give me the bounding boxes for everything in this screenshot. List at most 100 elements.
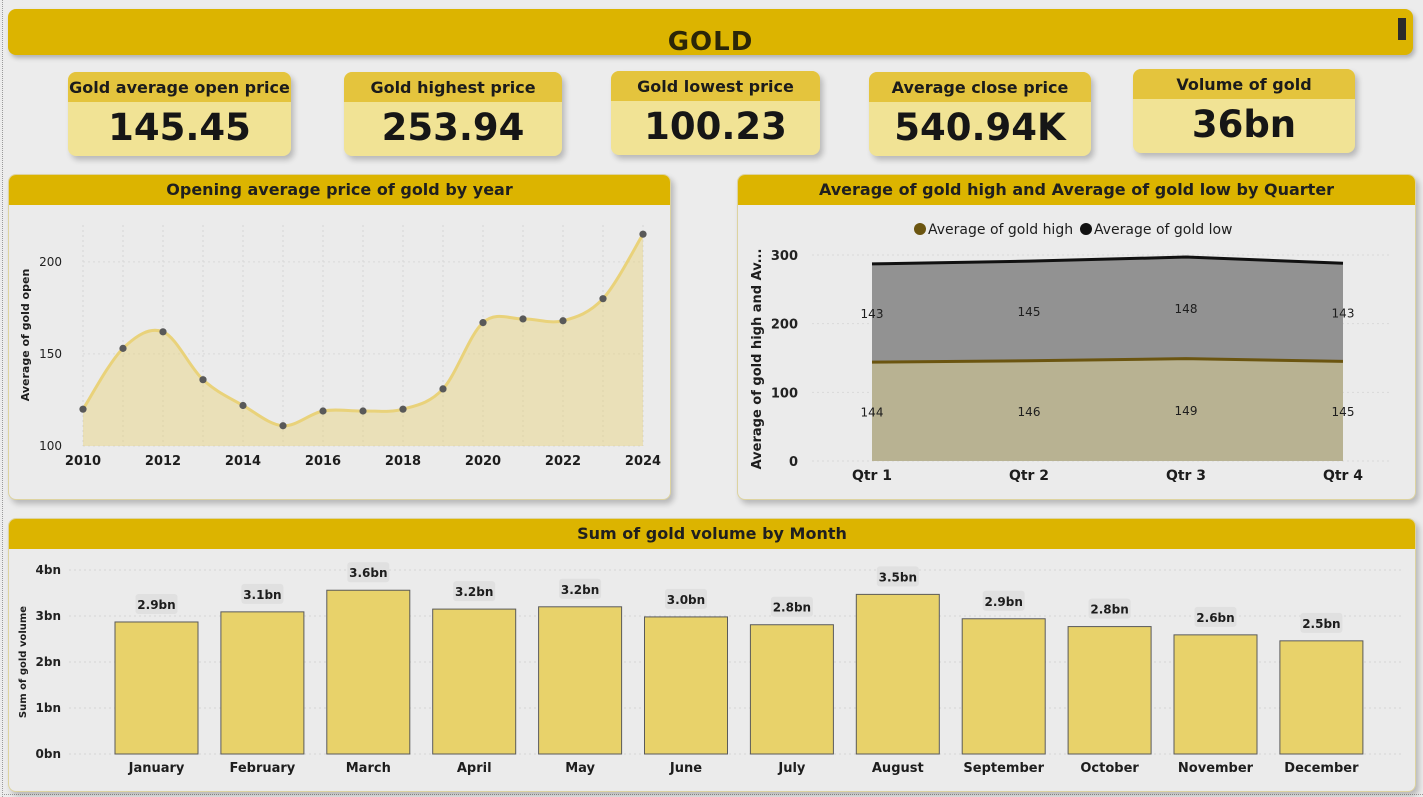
- data-point: [599, 295, 607, 303]
- x-tick-label: 2018: [385, 454, 421, 469]
- kpi-label: Volume of gold: [1133, 69, 1355, 99]
- y-tick-label: 0: [789, 455, 798, 470]
- data-point: [559, 317, 567, 325]
- data-point: [119, 344, 127, 352]
- bar: [1067, 626, 1152, 755]
- high-data-label: 144: [861, 406, 884, 420]
- y-tick-label: 1bn: [36, 701, 61, 715]
- bar: [114, 621, 199, 755]
- x-tick-label: September: [963, 761, 1044, 776]
- kpi-label: Average close price: [869, 72, 1091, 102]
- y-tick-label: 2bn: [36, 655, 61, 669]
- page-border-bottom: [2, 794, 1423, 795]
- dashboard-header: GOLD: [8, 9, 1413, 55]
- kpi-value: 36bn: [1191, 103, 1297, 146]
- low-data-label: 143: [1332, 306, 1355, 320]
- kpi-card-avg-open[interactable]: Gold average open price 145.45: [68, 72, 291, 156]
- page-border-left: [2, 0, 3, 797]
- data-point: [159, 328, 167, 336]
- kpi-label: Gold average open price: [68, 72, 291, 102]
- x-tick-label: May: [565, 761, 595, 776]
- high-data-label: 145: [1332, 405, 1355, 419]
- data-label: 2.6bn: [1196, 611, 1234, 625]
- data-label: 2.8bn: [773, 601, 811, 615]
- y-axis-title: Average of gold open: [19, 269, 32, 402]
- x-tick-label: 2012: [145, 454, 181, 469]
- data-point: [439, 385, 447, 393]
- data-label: 3.2bn: [455, 585, 493, 599]
- low-data-label: 148: [1175, 302, 1198, 316]
- data-label: 3.6bn: [349, 566, 387, 580]
- bar: [326, 589, 411, 755]
- kpi-value: 253.94: [381, 106, 525, 149]
- data-point: [239, 401, 247, 410]
- y-tick-label: 4bn: [36, 563, 61, 577]
- x-tick-label: January: [128, 761, 185, 776]
- data-label: 3.5bn: [879, 570, 917, 584]
- quarter-high-low-chart[interactable]: Average of gold high and Average of gold…: [737, 174, 1416, 500]
- bar: [749, 624, 834, 755]
- y-tick-label: 200: [39, 255, 62, 269]
- data-point: [319, 407, 327, 415]
- y-tick-label: 150: [39, 347, 62, 361]
- data-point: [79, 405, 87, 413]
- kpi-card-volume[interactable]: Volume of gold 36bn: [1133, 69, 1355, 153]
- x-tick-label: 2010: [65, 454, 101, 469]
- x-tick-label: July: [777, 761, 806, 776]
- x-tick-label: June: [669, 761, 702, 776]
- opening-price-plot: 100 150 200 2010 2012 2014 2016 2018 2020 2022 202…: [19, 225, 661, 469]
- x-tick-label: October: [1080, 761, 1139, 776]
- bar: [220, 611, 305, 755]
- data-label: 2.9bn: [137, 598, 175, 612]
- data-point: [479, 319, 487, 327]
- y-tick-label: 100: [39, 439, 62, 453]
- data-point: [279, 422, 287, 430]
- bar: [855, 593, 940, 755]
- x-tick-label: August: [872, 761, 924, 776]
- quarter-high-low-plot: 0 100 200 300 144 143 Qtr 1 146 145 Qtr 2 149 148 Qt…: [750, 222, 1392, 484]
- bar: [644, 616, 728, 755]
- volume-by-month-plot: 0bn 1bn 2bn 3bn 4bn 2.9bn January 3.1bn February…: [18, 562, 1404, 776]
- data-label: 3.1bn: [243, 588, 281, 602]
- x-tick-label: April: [457, 761, 492, 776]
- y-tick-label: 100: [771, 386, 798, 401]
- volume-by-month-chart[interactable]: Sum of gold volume by Month 0bn 1bn 2bn 3bn…: [8, 518, 1416, 792]
- kpi-value: 540.94K: [894, 106, 1066, 149]
- y-tick-label: 300: [771, 249, 798, 264]
- y-axis-title: Sum of gold volume: [18, 606, 29, 718]
- low-data-label: 143: [861, 307, 884, 321]
- opening-price-chart[interactable]: Opening average price of gold by year 10…: [8, 174, 671, 500]
- kpi-label: Gold lowest price: [611, 71, 820, 101]
- data-label: 2.5bn: [1302, 617, 1340, 631]
- bar: [1173, 634, 1258, 755]
- x-tick-label: Qtr 1: [852, 468, 892, 484]
- data-point: [399, 405, 407, 413]
- high-area: [872, 358, 1343, 461]
- data-label: 3.0bn: [667, 593, 705, 607]
- data-point: [199, 376, 207, 384]
- kpi-card-lowest[interactable]: Gold lowest price 100.23: [611, 71, 820, 155]
- bar: [538, 606, 623, 755]
- legend-marker-low: [1080, 223, 1092, 235]
- legend-label-low: Average of gold low: [1094, 222, 1232, 238]
- y-tick-label: 200: [771, 318, 798, 333]
- legend-label-high: Average of gold high: [928, 222, 1073, 238]
- menu-icon[interactable]: [1398, 18, 1406, 40]
- x-tick-label: Qtr 3: [1166, 468, 1206, 484]
- bar: [432, 608, 517, 755]
- x-tick-label: 2022: [545, 454, 581, 469]
- data-label: 2.8bn: [1090, 603, 1128, 617]
- x-tick-label: 2024: [625, 454, 661, 469]
- data-label: 2.9bn: [985, 595, 1023, 609]
- x-tick-label: Qtr 4: [1323, 468, 1363, 484]
- x-tick-label: March: [346, 761, 391, 776]
- y-tick-label: 3bn: [36, 609, 61, 623]
- bar: [1279, 640, 1364, 755]
- low-area: [872, 257, 1343, 363]
- dashboard-title: GOLD: [667, 27, 754, 57]
- high-data-label: 146: [1018, 405, 1041, 419]
- kpi-card-highest[interactable]: Gold highest price 253.94: [344, 72, 562, 156]
- kpi-card-avg-close[interactable]: Average close price 540.94K: [869, 72, 1091, 156]
- x-tick-label: February: [229, 761, 295, 776]
- bar: [961, 618, 1046, 755]
